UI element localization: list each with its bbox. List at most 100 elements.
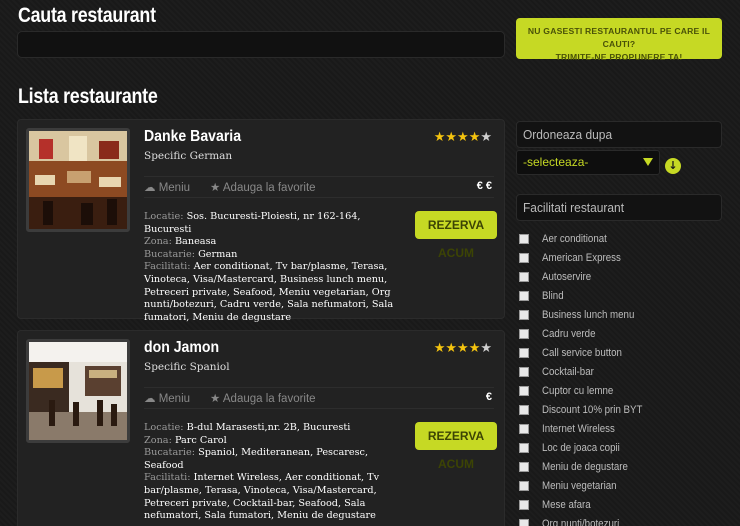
restaurant-card: Danke Bavaria Specific German ★★★★★ ☁ Me… (17, 119, 505, 323)
order-by-select-value: -selecteaza- (523, 155, 589, 169)
menu-link[interactable]: ☁ Meniu (144, 391, 190, 405)
facility-filter-item[interactable]: Cuptor cu lemne (519, 381, 724, 400)
star-icon: ★ (210, 182, 221, 194)
star-icon: ★ (445, 341, 458, 356)
facilities-title: Facilitati restaurant (523, 200, 625, 215)
add-favorite-link[interactable]: ★ Adauga la favorite (210, 391, 316, 405)
star-icon: ★ (480, 341, 492, 356)
facility-checkbox[interactable] (519, 385, 529, 396)
facility-filter-item[interactable]: Org nunti/botezuri (519, 514, 724, 526)
facility-filter-item[interactable]: Meniu vegetarian (519, 476, 724, 495)
facility-filter-item[interactable]: Cocktail-bar (519, 362, 724, 381)
cloche-icon: ☁ (144, 393, 156, 405)
facility-label: American Express (542, 251, 621, 264)
facility-filter-item[interactable]: Internet Wireless (519, 419, 724, 438)
star-icon: ★ (210, 393, 221, 405)
add-favorite-link[interactable]: ★ Adauga la favorite (210, 180, 316, 194)
card-actions: ☁ Meniu ★ Adauga la favorite € (144, 387, 494, 409)
facility-label: Cocktail-bar (542, 365, 594, 378)
facility-checkbox[interactable] (519, 423, 529, 434)
facility-label: Org nunti/botezuri (542, 517, 620, 526)
facilities-header: Facilitati restaurant (516, 194, 722, 221)
list-title: Lista restaurante (18, 85, 158, 108)
facility-label: Call service button (542, 346, 622, 359)
facilities-list: Aer conditionat American Express Autoservi… (519, 229, 724, 526)
restaurant-details: Locatie: Sos. Bucuresti-Ploiesti, nr 162… (144, 211, 394, 323)
facility-label: Cuptor cu lemne (542, 384, 614, 397)
facility-filter-item[interactable]: Call service button (519, 343, 724, 362)
facility-checkbox[interactable] (519, 461, 529, 472)
facility-checkbox[interactable] (519, 271, 529, 282)
facility-label: Aer conditionat (542, 232, 607, 245)
order-by-select[interactable]: -selecteaza- (516, 150, 660, 175)
restaurant-card: don Jamon Specific Spaniol ★★★★★ ☁ Meniu… (17, 330, 505, 526)
star-icon: ★ (457, 341, 469, 356)
propose-restaurant-button[interactable]: NU GASESTI RESTAURANTUL PE CARE IL CAUTI… (516, 18, 722, 62)
facility-label: Internet Wireless (542, 422, 615, 435)
card-actions: ☁ Meniu ★ Adauga la favorite € € (144, 176, 494, 198)
restaurant-name[interactable]: don Jamon (144, 339, 219, 357)
facility-label: Cadru verde (542, 327, 596, 340)
reserve-button[interactable]: REZERVA ACUM (415, 211, 497, 260)
star-icon: ★ (468, 341, 481, 356)
facility-checkbox[interactable] (519, 252, 529, 263)
facility-label: Meniu de degustare (542, 460, 628, 473)
facility-label: Loc de joaca copii (542, 441, 620, 454)
star-icon: ★ (457, 130, 469, 145)
search-title: Cauta restaurant (18, 4, 156, 27)
restaurant-zone: Baneasa (174, 236, 217, 248)
facility-checkbox[interactable] (519, 480, 529, 491)
search-input[interactable] (17, 31, 505, 58)
order-by-title: Ordoneaza dupa (523, 127, 613, 142)
facility-label: Blind (542, 289, 564, 302)
facility-filter-item[interactable]: Mese afara (519, 495, 724, 514)
facility-checkbox[interactable] (519, 499, 529, 510)
facility-filter-item[interactable]: Blind (519, 286, 724, 305)
facility-filter-item[interactable]: Discount 10% prin BYT (519, 400, 724, 419)
facility-label: Mese afara (542, 498, 591, 511)
facility-filter-item[interactable]: Autoservire (519, 267, 724, 286)
facility-filter-item[interactable]: Business lunch menu (519, 305, 724, 324)
star-icon: ★ (468, 130, 481, 145)
facility-label: Business lunch menu (542, 308, 635, 321)
order-by-header: Ordoneaza dupa (516, 121, 722, 148)
restaurant-details: Locatie: B-dul Marasesti,nr. 2B, Bucures… (144, 422, 380, 522)
facility-checkbox[interactable] (519, 442, 529, 453)
star-icon: ★ (480, 130, 492, 145)
propose-line-2: TRIMITE-NE PROPUNERE TA! (555, 52, 683, 62)
facility-checkbox[interactable] (519, 290, 529, 301)
facility-filter-item[interactable]: Loc de joaca copii (519, 438, 724, 457)
facility-filter-item[interactable]: Cadru verde (519, 324, 724, 343)
facility-label: Discount 10% prin BYT (542, 403, 643, 416)
facility-label: Meniu vegetarian (542, 479, 617, 492)
rating-stars: ★★★★★ (434, 131, 492, 145)
star-icon: ★ (433, 130, 446, 145)
facility-checkbox[interactable] (519, 233, 529, 244)
propose-line-1: NU GASESTI RESTAURANTUL PE CARE IL CAUTI… (527, 26, 711, 49)
menu-link[interactable]: ☁ Meniu (144, 180, 190, 194)
facility-filter-item[interactable]: Aer conditionat (519, 229, 724, 248)
restaurant-photo[interactable] (26, 128, 130, 232)
restaurant-name[interactable]: Danke Bavaria (144, 128, 241, 146)
facility-checkbox[interactable] (519, 309, 529, 320)
restaurant-photo-image (29, 131, 127, 229)
reserve-button[interactable]: REZERVA ACUM (415, 422, 497, 471)
rating-stars: ★★★★★ (434, 342, 492, 356)
go-arrow-down-icon[interactable]: ↓ (665, 158, 681, 174)
restaurant-photo-image (29, 342, 127, 440)
facility-checkbox[interactable] (519, 404, 529, 415)
star-icon: ★ (433, 341, 446, 356)
facility-filter-item[interactable]: Meniu de degustare (519, 457, 724, 476)
restaurant-specific: Specific German (144, 150, 233, 162)
star-icon: ★ (445, 130, 458, 145)
facility-checkbox[interactable] (519, 518, 529, 526)
facility-checkbox[interactable] (519, 366, 529, 377)
cloche-icon: ☁ (144, 182, 156, 194)
price-level: € € (476, 180, 492, 192)
facility-checkbox[interactable] (519, 347, 529, 358)
dropdown-arrow-icon (643, 158, 653, 166)
restaurant-cuisine: German (198, 248, 238, 260)
restaurant-photo[interactable] (26, 339, 130, 443)
facility-checkbox[interactable] (519, 328, 529, 339)
facility-filter-item[interactable]: American Express (519, 248, 724, 267)
